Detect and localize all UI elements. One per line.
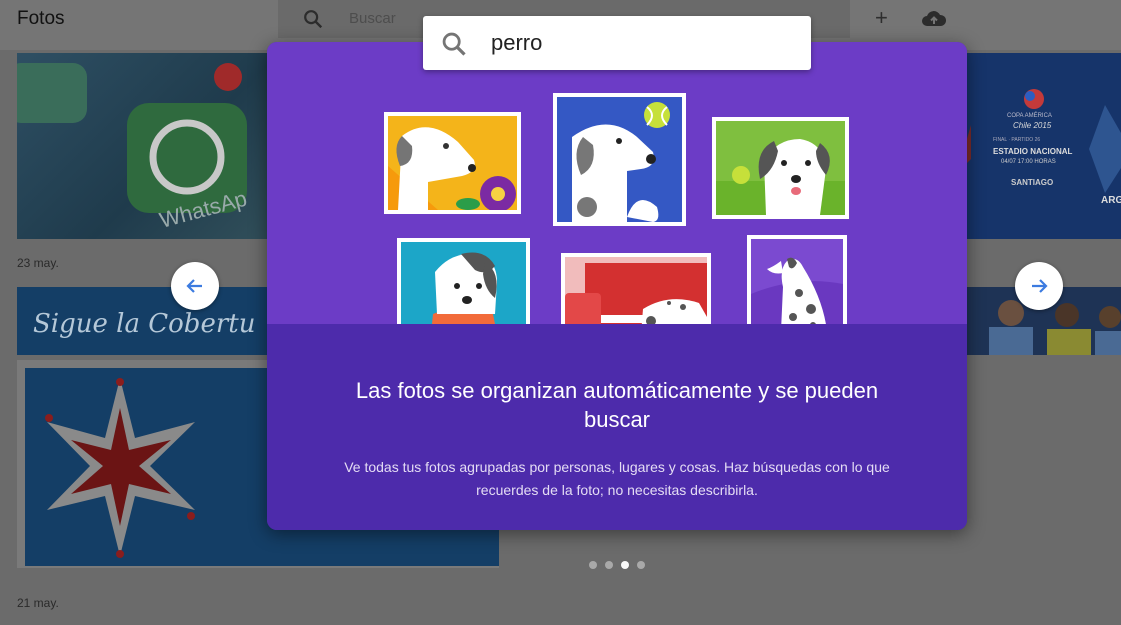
- arrow-left-icon: [186, 279, 202, 293]
- poster-brand: Chile 2015: [1013, 121, 1052, 130]
- pagination-dot[interactable]: [589, 561, 597, 569]
- search-placeholder[interactable]: Buscar: [349, 10, 396, 27]
- dog-photo-thumbnail[interactable]: [747, 235, 847, 324]
- banner-text: Sigue la Cobertu: [33, 309, 256, 339]
- date-label: 21 may.: [17, 596, 59, 610]
- star-emblem-icon: [45, 378, 195, 558]
- dog-photo-thumbnail[interactable]: [397, 238, 530, 324]
- arrow-right-icon: [1032, 279, 1048, 293]
- pagination-dot[interactable]: [605, 561, 613, 569]
- dog-with-ball-icon: [557, 97, 682, 222]
- search-icon[interactable]: [302, 8, 324, 30]
- dog-photo-thumbnail[interactable]: [561, 253, 711, 324]
- app-title: Fotos: [17, 8, 65, 29]
- poster-small-header: COPA AMÉRICA: [1007, 113, 1052, 119]
- dog-photo-thumbnail[interactable]: [553, 93, 686, 226]
- search-icon: [442, 32, 466, 56]
- dog-photo-thumbnail[interactable]: [712, 117, 849, 219]
- poster-team: ARG: [1101, 195, 1121, 206]
- poster-city: SANTIAGO: [1011, 178, 1054, 187]
- whatsapp-icon: WhatsAp: [17, 63, 250, 233]
- poster-line2: ESTADIO NACIONAL: [993, 147, 1073, 156]
- plus-icon[interactable]: +: [875, 7, 888, 29]
- onboarding-description: Ve todas tus fotos agrupadas por persona…: [344, 459, 890, 498]
- date-label: 23 may.: [17, 256, 59, 270]
- photo-whatsapp[interactable]: WhatsAp: [17, 53, 267, 239]
- onboarding-card: Las fotos se organizan automáticamente y…: [267, 42, 967, 530]
- search-demo-box: perro: [423, 16, 811, 70]
- card-text-area: Las fotos se organizan automáticamente y…: [267, 324, 967, 530]
- onboarding-title: Las fotos se organizan automáticamente y…: [355, 378, 879, 432]
- photo-copa-poster[interactable]: COPA AMÉRICA Chile 2015 FINAL · PARTIDO …: [967, 53, 1121, 239]
- pagination-dot-active[interactable]: [621, 561, 629, 569]
- dog-sniffing-flower-icon: [388, 116, 517, 210]
- search-query-text: perro: [491, 30, 543, 55]
- upload-cloud-icon[interactable]: [921, 8, 947, 30]
- previous-button[interactable]: [171, 262, 219, 310]
- poster-line1: FINAL · PARTIDO 26: [993, 137, 1041, 143]
- next-button[interactable]: [1015, 262, 1063, 310]
- pagination-dot[interactable]: [637, 561, 645, 569]
- dalmatian-sitting-icon: [751, 239, 843, 324]
- poster-line3: 04/07 17:00 HORAS: [1001, 159, 1056, 165]
- dog-on-couch-icon: [565, 257, 707, 324]
- photo-banner[interactable]: Sigue la Cobertu: [17, 287, 267, 355]
- dalmatian-with-ball-icon: [716, 121, 845, 215]
- dog-puppy-icon: [401, 242, 526, 324]
- dog-photo-thumbnail[interactable]: [384, 112, 521, 214]
- illustration-area: [267, 42, 967, 324]
- pagination-dots: [589, 561, 645, 569]
